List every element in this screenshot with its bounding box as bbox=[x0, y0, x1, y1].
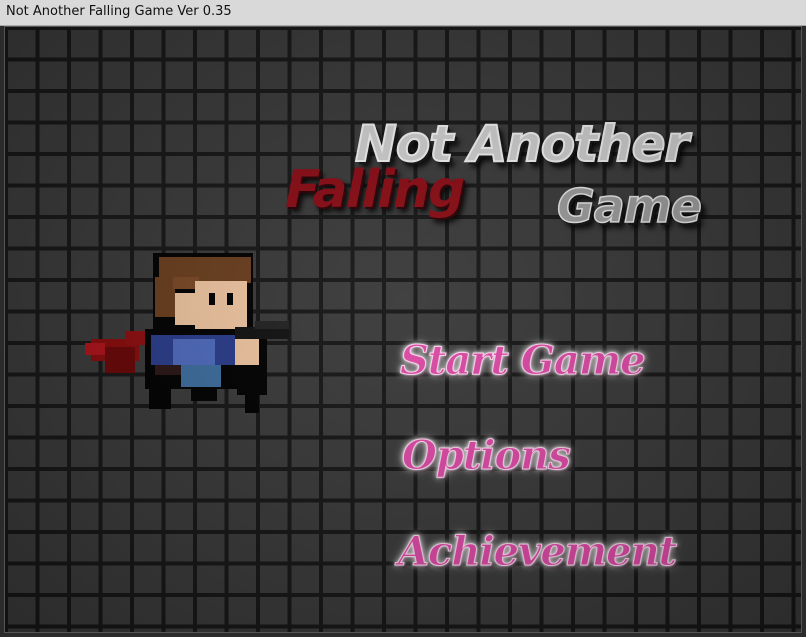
game-canvas[interactable]: Not Another Falling Game Start Game Opti… bbox=[4, 26, 802, 633]
achievement-button[interactable]: Achievement bbox=[397, 528, 677, 576]
options-button[interactable]: Options bbox=[402, 432, 572, 480]
game-logo: Not Another Falling Game bbox=[285, 114, 755, 255]
hero-character-sprite bbox=[85, 253, 289, 413]
logo-word-game: Game bbox=[556, 178, 702, 234]
window-titlebar[interactable]: Not Another Falling Game Ver 0.35 bbox=[0, 0, 806, 26]
logo-word-falling: Falling bbox=[285, 160, 465, 220]
window-title: Not Another Falling Game Ver 0.35 bbox=[6, 4, 232, 19]
start-game-button[interactable]: Start Game bbox=[400, 337, 647, 385]
